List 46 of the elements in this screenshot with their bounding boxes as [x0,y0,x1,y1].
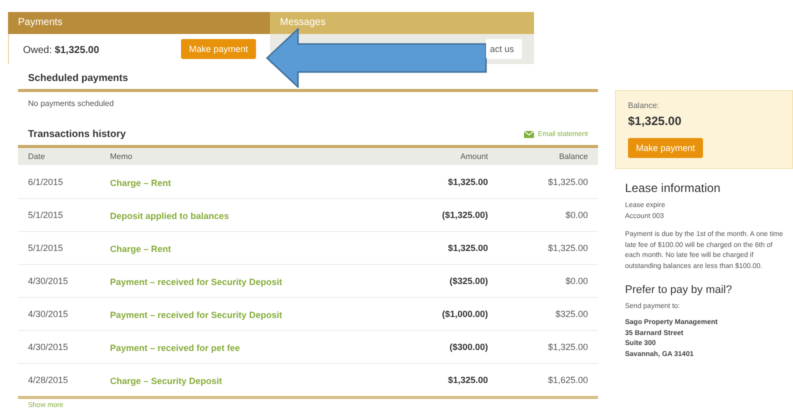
memo-link[interactable]: Charge – Rent [110,244,172,254]
section-title: Scheduled payments [28,73,128,84]
balance-cell-text: $1,625.00 [546,375,588,385]
memo-link[interactable]: Charge – Rent [110,178,172,188]
date-cell-text: 4/28/2015 [28,375,70,385]
tab[interactable]: Payments [8,12,270,34]
balance-cell-text: $1,325.00 [546,243,588,253]
balance-cell-text: $325.00 [554,309,588,319]
amount-cell-text: $1,325.00 [446,243,488,253]
memo-link[interactable]: Payment – received for Security Deposit [110,310,282,320]
amount-cell-text: ($325.00) [448,276,488,286]
amount-cell-text: $1,325.00 [446,176,488,186]
amount-cell-text: $1,325.00 [446,375,488,385]
lease-title: Lease information [625,180,720,197]
contact-button[interactable]: act us [486,39,522,59]
amount-cell-text: ($1,325.00) [440,210,488,220]
amount-cell-text: ($1,000.00) [440,309,488,319]
amount-cell-text: ($300.00) [448,342,488,352]
balance-cell-text: $1,325.00 [546,176,588,186]
mail-title: Prefer to pay by mail? [625,283,732,298]
memo-link[interactable]: Payment – received for pet fee [110,343,240,353]
balance-amount: $1,325.00 [628,114,682,128]
date-cell-text: 4/30/2015 [28,276,70,286]
date-cell-text: 6/1/2015 [28,176,64,186]
owed-text: Owed: $1,325.00 [23,44,100,58]
memo-link[interactable]: Payment – received for Security Deposit [110,277,282,287]
memo-link[interactable]: Deposit applied to balances [110,211,230,221]
column-header: Memo [110,152,134,161]
balance-cell-text: $0.00 [564,276,588,286]
column-header: Amount [459,152,488,161]
date-cell-text: 4/30/2015 [28,309,70,319]
column-header: Balance [558,152,588,161]
envelope-icon [524,131,534,138]
date-cell-text: 5/1/2015 [28,243,64,253]
memo-link[interactable]: Charge – Security Deposit [110,376,222,386]
empty-message: No payments scheduled [28,98,115,110]
date-cell-text: 5/1/2015 [28,210,64,220]
make-payment-button[interactable]: Make payment [628,138,704,158]
balance-cell-text: $0.00 [564,210,588,220]
section-title: Transactions history [28,129,126,140]
make-payment-button[interactable]: Make payment [180,39,256,59]
column-header: Date [28,152,46,161]
date-cell-text: 4/30/2015 [28,342,70,352]
balance-label: Balance: [628,101,660,110]
tab[interactable]: Messages [270,12,534,34]
balance-cell-text: $1,325.00 [546,342,588,352]
